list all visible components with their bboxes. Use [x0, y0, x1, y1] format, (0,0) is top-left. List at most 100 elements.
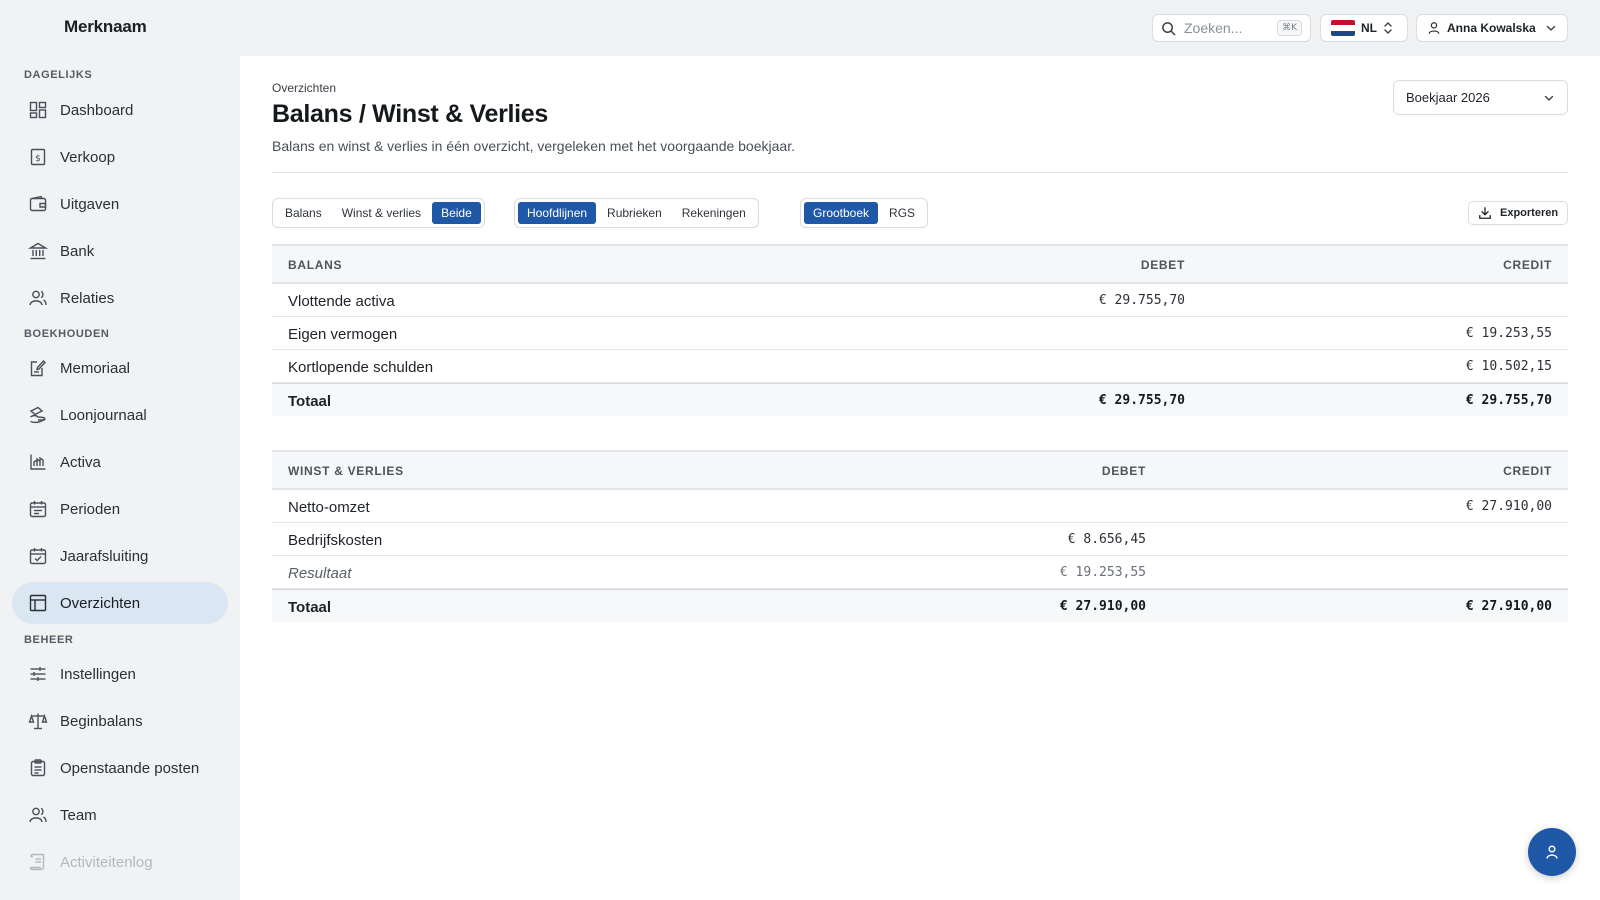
sidebar-item-loonjournaal[interactable]: Loonjournaal — [12, 394, 228, 436]
row-label: Vlottende activa — [288, 293, 395, 310]
credit-column-header: CREDIT — [1503, 464, 1552, 478]
sidebar-item-label: Dashboard — [60, 101, 134, 119]
credit-value: € 19.253,55 — [1465, 326, 1552, 341]
balans-table: BALANS DEBET CREDIT Vlottende activa € 2… — [272, 244, 1568, 416]
sidebar-item-relaties[interactable]: Relaties — [12, 277, 228, 319]
result-label: Resultaat — [288, 565, 352, 582]
log-icon — [29, 853, 45, 871]
sidebar-item-bank[interactable]: Bank — [12, 230, 228, 272]
sidebar-item-openstaande-posten[interactable]: Openstaande posten — [12, 747, 228, 789]
calendar-icon — [29, 501, 47, 518]
level-toggle: Hoofdlijnen Rubrieken Rekeningen — [514, 198, 759, 228]
breadcrumb[interactable]: Overzichten — [272, 81, 336, 95]
debet-column-header: DEBET — [1140, 258, 1185, 272]
result-debet: € 19.253,55 — [1059, 565, 1146, 580]
level-option-hoofdlijnen[interactable]: Hoofdlijnen — [518, 202, 597, 224]
total-label: Totaal — [288, 393, 332, 410]
row-label: Bedrijfskosten — [288, 532, 383, 549]
sidebar: DAGELIJKS Dashboard $ Verkoop Uitgaven B… — [0, 56, 240, 900]
scheme-option-rgs[interactable]: RGS — [880, 202, 924, 224]
sidebar-item-team[interactable]: Team — [12, 794, 228, 836]
fiscal-year-select[interactable]: Boekjaar 2026 — [1393, 80, 1568, 115]
scheme-toggle: Grootboek RGS — [800, 198, 929, 228]
sidebar-item-label: Openstaande posten — [60, 759, 200, 777]
sliders-icon — [30, 667, 46, 681]
table-icon — [29, 594, 47, 612]
section-label-boekhouden: BOEKHOUDEN — [24, 328, 110, 340]
person-icon — [1546, 845, 1558, 859]
nl-flag-icon — [1331, 20, 1355, 36]
row-label: Kortlopende schulden — [288, 359, 434, 376]
calendar-check-icon — [29, 548, 47, 565]
users-icon — [29, 290, 47, 306]
sidebar-item-dashboard[interactable]: Dashboard — [12, 89, 228, 131]
sidebar-item-label: Verkoop — [60, 148, 116, 166]
table-row[interactable]: Vlottende activa € 29.755,70 — [272, 284, 1568, 317]
payroll-icon — [29, 406, 46, 424]
sidebar-item-overzichten[interactable]: Overzichten — [12, 582, 228, 624]
export-button[interactable]: Exporteren — [1468, 201, 1568, 225]
user-menu[interactable]: Anna Kowalska — [1416, 14, 1568, 42]
winst-verlies-table: WINST & VERLIES DEBET CREDIT Netto-omzet… — [272, 450, 1568, 622]
chevron-down-icon — [1544, 95, 1554, 101]
table-row[interactable]: Netto-omzet € 27.910,00 — [272, 490, 1568, 523]
row-label: Netto-omzet — [288, 499, 370, 516]
level-option-rubrieken[interactable]: Rubrieken — [598, 202, 671, 224]
sidebar-item-memoriaal[interactable]: Memoriaal — [12, 347, 228, 389]
user-icon — [1428, 22, 1440, 34]
language-select[interactable]: NL — [1320, 14, 1408, 42]
export-label: Exporteren — [1500, 207, 1559, 219]
scheme-option-grootboek[interactable]: Grootboek — [804, 202, 879, 224]
credit-value: € 10.502,15 — [1465, 359, 1552, 374]
credit-value: € 27.910,00 — [1465, 499, 1552, 514]
credit-column-header: CREDIT — [1503, 258, 1552, 272]
view-option-beide[interactable]: Beide — [432, 202, 481, 224]
scale-icon — [28, 713, 48, 730]
total-debet: € 27.910,00 — [1059, 599, 1146, 614]
fiscal-year-value: Boekjaar 2026 — [1406, 90, 1490, 105]
winst-verlies-column-header: WINST & VERLIES — [288, 464, 404, 478]
sidebar-item-perioden[interactable]: Perioden — [12, 488, 228, 530]
sidebar-item-beginbalans[interactable]: Beginbalans — [12, 700, 228, 742]
sidebar-item-jaarafsluiting[interactable]: Jaarafsluiting — [12, 535, 228, 577]
sidebar-item-instellingen[interactable]: Instellingen — [12, 653, 228, 695]
table-row[interactable]: Kortlopende schulden € 10.502,15 — [272, 350, 1568, 383]
sidebar-item-activiteitenlog[interactable]: Activiteitenlog — [12, 841, 228, 883]
sidebar-item-label: Memoriaal — [60, 359, 131, 377]
total-debet: € 29.755,70 — [1098, 393, 1185, 408]
section-label-beheer: BEHEER — [24, 634, 74, 646]
sidebar-item-uitgaven[interactable]: Uitgaven — [12, 183, 228, 225]
balans-column-header: BALANS — [288, 258, 343, 272]
search-icon — [1162, 21, 1176, 35]
user-name: Anna Kowalska — [1447, 21, 1536, 35]
total-row: Totaal € 27.910,00 € 27.910,00 — [272, 589, 1568, 622]
level-option-rekeningen[interactable]: Rekeningen — [673, 202, 755, 224]
page-title: Balans / Winst & Verlies — [272, 100, 549, 128]
total-row: Totaal € 29.755,70 € 29.755,70 — [272, 383, 1568, 416]
sidebar-item-label: Instellingen — [60, 665, 136, 683]
total-label: Totaal — [288, 599, 332, 616]
edit-note-icon — [30, 359, 46, 377]
table-row[interactable]: Eigen vermogen € 19.253,55 — [272, 317, 1568, 350]
bank-icon — [28, 242, 48, 260]
brand-logo[interactable]: Merknaam — [64, 17, 147, 37]
floating-assistant-button[interactable] — [1528, 828, 1576, 876]
sidebar-item-label: Beginbalans — [60, 712, 143, 730]
section-label-dagelijks: DAGELIJKS — [24, 69, 93, 81]
view-option-balans[interactable]: Balans — [276, 202, 331, 224]
view-option-winst-verlies[interactable]: Winst & verlies — [333, 202, 430, 224]
page-subtitle: Balans en winst & verlies in één overzic… — [272, 138, 795, 154]
debet-value: € 29.755,70 — [1098, 293, 1185, 308]
sidebar-item-label: Jaarafsluiting — [60, 547, 149, 565]
search-placeholder: Zoeken... — [1184, 20, 1243, 36]
team-icon — [29, 807, 47, 823]
chart-icon — [30, 454, 46, 470]
balans-table-header: BALANS DEBET CREDIT — [272, 244, 1568, 284]
result-row: Resultaat € 19.253,55 — [272, 556, 1568, 589]
chevron-down-icon — [1546, 25, 1556, 31]
sidebar-item-activa[interactable]: Activa — [12, 441, 228, 483]
search-input[interactable]: Zoeken... ⌘K — [1152, 14, 1311, 42]
table-row[interactable]: Bedrijfskosten € 8.656,45 — [272, 523, 1568, 556]
sidebar-item-verkoop[interactable]: $ Verkoop — [12, 136, 228, 178]
sidebar-item-label: Bank — [60, 242, 95, 260]
